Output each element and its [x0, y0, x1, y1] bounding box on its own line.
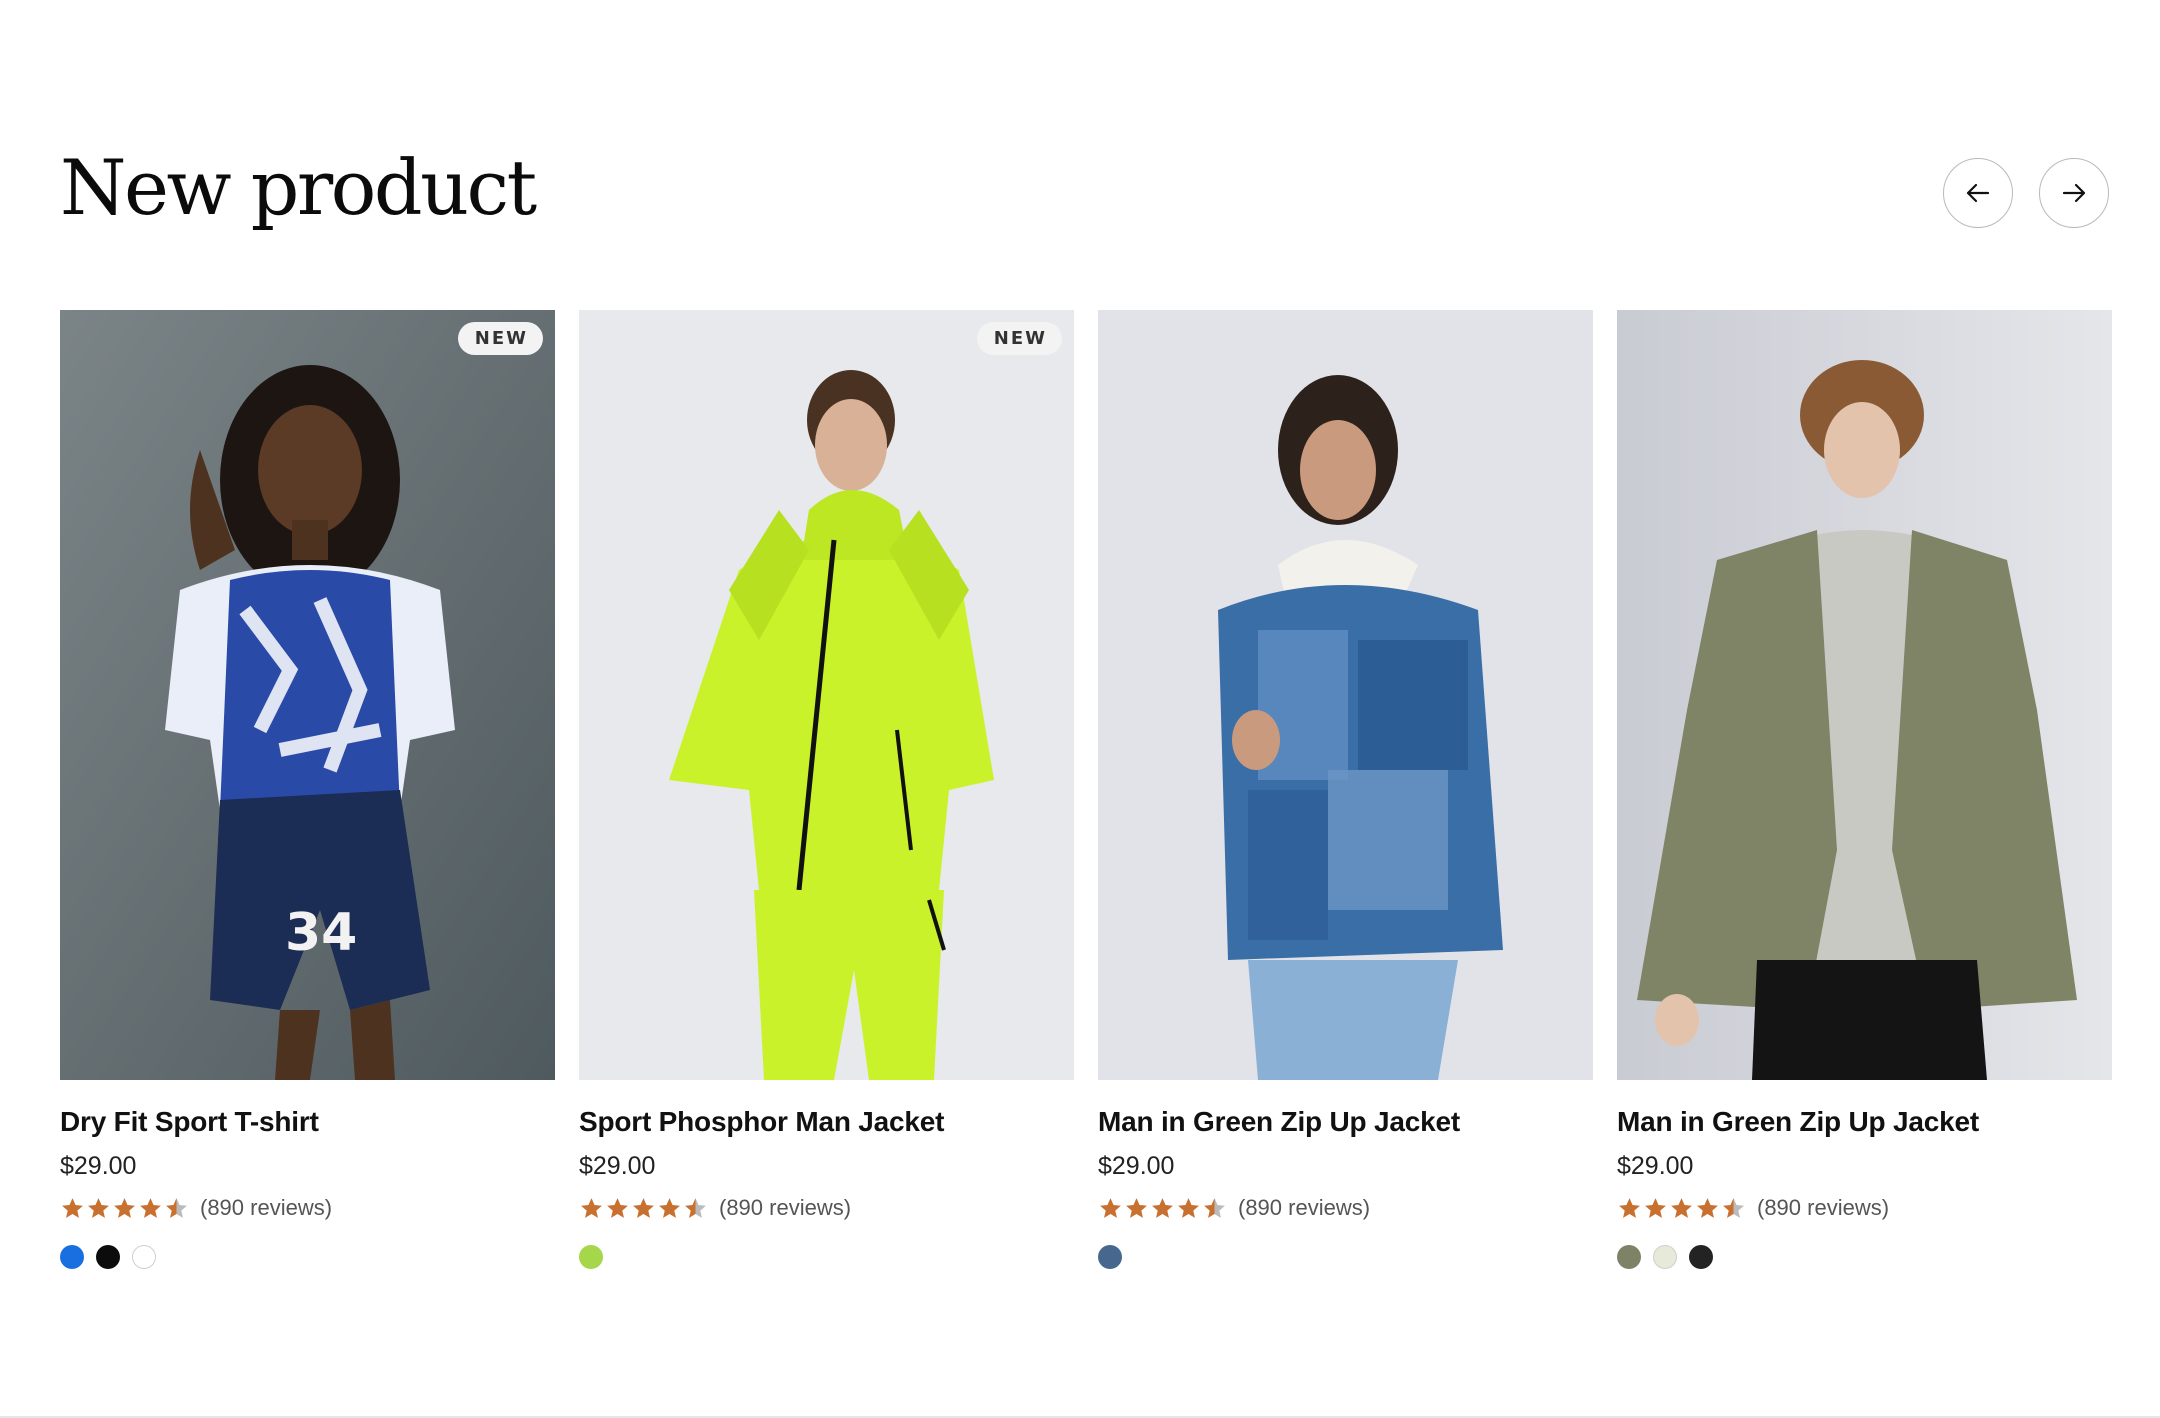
product-name[interactable]: Man in Green Zip Up Jacket [1098, 1106, 1593, 1138]
color-swatches [579, 1245, 1074, 1269]
product-card[interactable]: Man in Green Zip Up Jacket $29.00 (890 r… [1617, 310, 2112, 1269]
rating-stars [579, 1196, 709, 1221]
color-swatch[interactable] [1098, 1245, 1122, 1269]
half-star-icon [166, 1197, 187, 1218]
half-star-icon [1723, 1197, 1744, 1218]
carousel-prev-button[interactable] [1943, 158, 2013, 228]
star-icon [140, 1197, 161, 1218]
product-card[interactable]: 34 NEW Dry Fit Sport T-shirt $29.00 (890… [60, 310, 555, 1269]
star-icon [1671, 1197, 1692, 1218]
rating-stars [1617, 1196, 1747, 1221]
new-badge: NEW [976, 322, 1062, 355]
product-price: $29.00 [1098, 1152, 1175, 1180]
star-icon [1152, 1197, 1173, 1218]
product-card[interactable]: Man in Green Zip Up Jacket $29.00 (890 r… [1098, 310, 1593, 1269]
product-price: $29.00 [60, 1152, 137, 1180]
product-photo-phosphor-jacket [579, 310, 1074, 1080]
rating-stars [1098, 1196, 1228, 1221]
star-icon [62, 1197, 83, 1218]
new-product-section: New product 34 NEW Dry Fit Sport T-shirt… [0, 0, 2160, 1418]
star-icon [633, 1197, 654, 1218]
star-icon [607, 1197, 628, 1218]
new-badge: NEW [457, 322, 543, 355]
star-icon [1619, 1197, 1640, 1218]
product-rating: (890 reviews) [60, 1193, 555, 1223]
carousel-next-button[interactable] [2039, 158, 2109, 228]
product-photo-green-jacket [1617, 310, 2112, 1080]
arrow-left-icon [1966, 183, 1990, 203]
color-swatch[interactable] [1617, 1245, 1641, 1269]
star-icon [114, 1197, 135, 1218]
product-name[interactable]: Sport Phosphor Man Jacket [579, 1106, 1074, 1138]
product-price: $29.00 [579, 1152, 656, 1180]
product-rating: (890 reviews) [1617, 1193, 2112, 1223]
star-icon [659, 1197, 680, 1218]
section-title: New product [60, 143, 537, 232]
color-swatches [60, 1245, 555, 1269]
product-image[interactable]: 34 NEW [60, 310, 555, 1080]
product-rating: (890 reviews) [1098, 1193, 1593, 1223]
product-price: $29.00 [1617, 1152, 1694, 1180]
arrow-right-icon [2062, 183, 2086, 203]
star-icon [1645, 1197, 1666, 1218]
color-swatch[interactable] [579, 1245, 603, 1269]
review-count: (890 reviews) [1238, 1195, 1371, 1220]
star-icon [1126, 1197, 1147, 1218]
star-icon [88, 1197, 109, 1218]
product-image[interactable] [1098, 310, 1593, 1080]
color-swatch[interactable] [132, 1245, 156, 1269]
color-swatches [1617, 1245, 2112, 1269]
star-icon [581, 1197, 602, 1218]
rating-stars [60, 1196, 190, 1221]
product-photo-denim-jacket [1098, 310, 1593, 1080]
star-icon [1100, 1197, 1121, 1218]
review-count: (890 reviews) [719, 1195, 852, 1220]
star-icon [1697, 1197, 1718, 1218]
color-swatch[interactable] [96, 1245, 120, 1269]
review-count: (890 reviews) [1757, 1195, 1890, 1220]
color-swatches [1098, 1245, 1593, 1269]
product-card[interactable]: NEW Sport Phosphor Man Jacket $29.00 (89… [579, 310, 1074, 1269]
product-name[interactable]: Dry Fit Sport T-shirt [60, 1106, 555, 1138]
half-star-icon [685, 1197, 706, 1218]
review-count: (890 reviews) [200, 1195, 333, 1220]
star-icon [1178, 1197, 1199, 1218]
product-rating: (890 reviews) [579, 1193, 1074, 1223]
color-swatch[interactable] [60, 1245, 84, 1269]
color-swatch[interactable] [1653, 1245, 1677, 1269]
product-name[interactable]: Man in Green Zip Up Jacket [1617, 1106, 2112, 1138]
product-photo-sport-tshirt: 34 [60, 310, 555, 1080]
product-image[interactable]: NEW [579, 310, 1074, 1080]
half-star-icon [1204, 1197, 1225, 1218]
color-swatch[interactable] [1689, 1245, 1713, 1269]
product-image[interactable] [1617, 310, 2112, 1080]
svg-text:34: 34 [285, 903, 357, 963]
